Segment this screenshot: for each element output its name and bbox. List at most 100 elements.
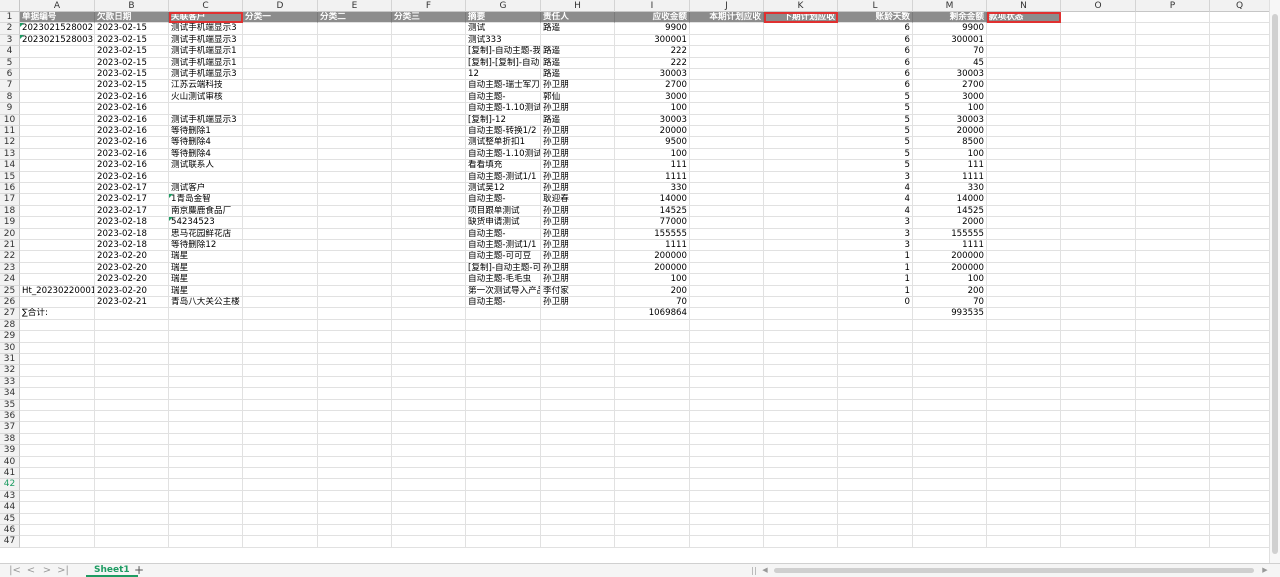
grid-cell[interactable]: 2023-02-16 — [95, 126, 169, 138]
grid-cell[interactable]: 测试整单折扣1 — [466, 137, 541, 149]
grid-cell[interactable] — [318, 388, 392, 400]
grid-cell[interactable] — [95, 479, 169, 491]
grid-cell[interactable]: 测试手机端显示3 — [169, 69, 243, 81]
grid-cell[interactable] — [20, 103, 95, 115]
grid-cell[interactable]: 1111 — [615, 240, 690, 252]
grid-cell[interactable] — [1210, 228, 1270, 240]
row-header[interactable]: 47 — [0, 536, 20, 548]
header-cell[interactable]: 分类一 — [243, 12, 318, 24]
grid-cell[interactable]: 自动主题-瑞士军刀 — [466, 80, 541, 92]
grid-cell[interactable] — [169, 171, 243, 183]
grid-cell[interactable]: 自动主题- — [466, 194, 541, 206]
grid-cell[interactable] — [20, 171, 95, 183]
grid-cell[interactable] — [615, 399, 690, 411]
column-header-a[interactable]: A — [20, 0, 95, 12]
grid-cell[interactable] — [1061, 91, 1136, 104]
grid-cell[interactable]: 孙卫朋 — [541, 183, 615, 195]
grid-cell[interactable] — [913, 411, 987, 423]
grid-cell[interactable] — [1210, 274, 1270, 286]
grid-cell[interactable] — [764, 160, 838, 172]
grid-cell[interactable] — [318, 274, 392, 286]
grid-cell[interactable] — [20, 490, 95, 503]
grid-cell[interactable] — [392, 297, 466, 309]
grid-cell[interactable]: 6 — [838, 23, 913, 35]
grid-cell[interactable] — [169, 490, 243, 503]
grid-cell[interactable] — [541, 411, 615, 423]
grid-cell[interactable]: 测试333 — [466, 34, 541, 47]
row-header[interactable]: 31 — [0, 354, 20, 366]
grid-cell[interactable] — [1061, 194, 1136, 206]
grid-cell[interactable] — [20, 126, 95, 138]
grid-cell[interactable] — [318, 240, 392, 252]
grid-cell[interactable] — [1136, 240, 1210, 252]
grid-cell[interactable] — [318, 57, 392, 69]
grid-cell[interactable] — [1210, 525, 1270, 537]
grid-cell[interactable] — [318, 46, 392, 58]
grid-cell[interactable] — [95, 376, 169, 389]
grid-cell[interactable] — [1210, 240, 1270, 252]
header-cell[interactable]: 下期计划应收 — [764, 12, 838, 24]
row-header[interactable]: 22 — [0, 251, 20, 263]
row-header[interactable]: 20 — [0, 228, 20, 240]
grid-cell[interactable] — [392, 422, 466, 434]
grid-cell[interactable]: 2700 — [615, 80, 690, 92]
grid-cell[interactable] — [392, 34, 466, 47]
grid-cell[interactable] — [764, 536, 838, 548]
grid-cell[interactable]: 6 — [838, 57, 913, 69]
grid-cell[interactable] — [318, 479, 392, 491]
grid-cell[interactable] — [1061, 80, 1136, 92]
grid-cell[interactable] — [169, 479, 243, 491]
grid-cell[interactable] — [318, 103, 392, 115]
grid-cell[interactable] — [987, 148, 1061, 161]
row-header[interactable]: 12 — [0, 137, 20, 149]
grid-cell[interactable]: 等待删除4 — [169, 137, 243, 149]
grid-cell[interactable] — [1210, 171, 1270, 183]
grid-cell[interactable] — [615, 331, 690, 343]
grid-cell[interactable] — [392, 148, 466, 161]
grid-cell[interactable] — [987, 388, 1061, 400]
grid-cell[interactable] — [541, 376, 615, 389]
grid-cell[interactable]: 李付家 — [541, 285, 615, 297]
grid-cell[interactable] — [243, 217, 318, 229]
header-cell[interactable]: 款项状态 — [987, 12, 1061, 24]
grid-cell[interactable] — [764, 411, 838, 423]
grid-cell[interactable]: 江苏云端科技 — [169, 80, 243, 92]
grid-cell[interactable] — [392, 103, 466, 115]
grid-cell[interactable] — [764, 126, 838, 138]
grid-cell[interactable] — [20, 319, 95, 332]
grid-cell[interactable] — [987, 80, 1061, 92]
grid-cell[interactable] — [392, 194, 466, 206]
grid-cell[interactable] — [466, 445, 541, 457]
splitter-handle[interactable] — [752, 567, 756, 575]
grid-cell[interactable] — [243, 331, 318, 343]
grid-cell[interactable] — [987, 422, 1061, 434]
column-header-i[interactable]: I — [615, 0, 690, 12]
grid-cell[interactable] — [987, 183, 1061, 195]
grid-cell[interactable] — [764, 171, 838, 183]
grid-cell[interactable] — [764, 148, 838, 161]
grid-cell[interactable] — [764, 274, 838, 286]
grid-cell[interactable] — [20, 274, 95, 286]
grid-cell[interactable] — [169, 365, 243, 377]
grid-cell[interactable]: 0 — [838, 297, 913, 309]
grid-cell[interactable] — [1210, 433, 1270, 446]
grid-cell[interactable] — [169, 308, 243, 320]
grid-cell[interactable] — [987, 91, 1061, 104]
grid-cell[interactable] — [764, 445, 838, 457]
grid-cell[interactable] — [690, 388, 764, 400]
grid-cell[interactable] — [392, 513, 466, 525]
grid-cell[interactable] — [20, 479, 95, 491]
grid-cell[interactable] — [615, 376, 690, 389]
grid-cell[interactable] — [764, 376, 838, 389]
grid-cell[interactable] — [690, 57, 764, 69]
grid-cell[interactable] — [690, 194, 764, 206]
grid-cell[interactable]: 2023-02-15 — [95, 69, 169, 81]
grid-cell[interactable] — [392, 388, 466, 400]
grid-cell[interactable] — [690, 217, 764, 229]
grid-cell[interactable] — [243, 148, 318, 161]
grid-cell[interactable] — [1061, 262, 1136, 275]
grid-cell[interactable]: 路遥 — [541, 46, 615, 58]
grid-cell[interactable] — [318, 319, 392, 332]
grid-cell[interactable] — [318, 34, 392, 47]
header-cell[interactable]: 分类二 — [318, 12, 392, 24]
